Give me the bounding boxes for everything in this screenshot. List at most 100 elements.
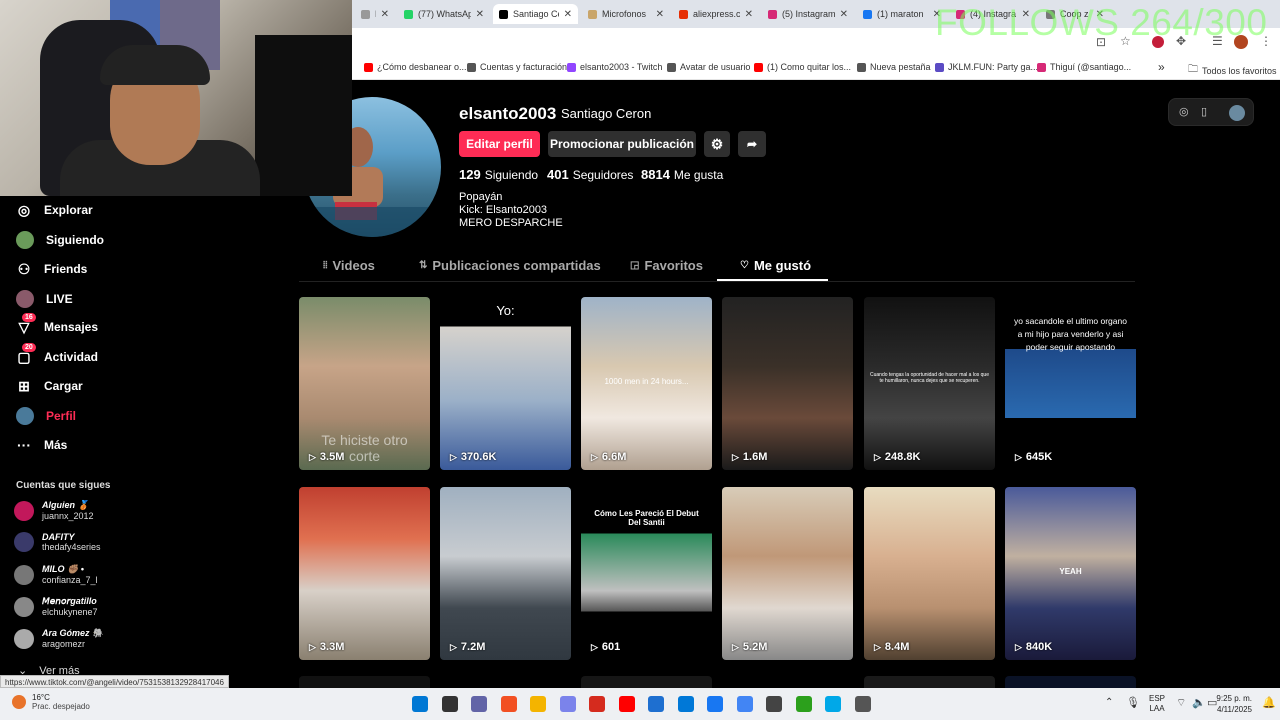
bookmark-item[interactable]: Nueva pestaña (857, 62, 931, 72)
facebook-icon[interactable] (707, 696, 723, 712)
sidebar-item-friends[interactable]: ⚇ Friends (16, 261, 88, 277)
bookmark-favicon-icon (467, 62, 476, 72)
video-thumbnail[interactable]: Yo: ▷ 370.6K (440, 297, 571, 470)
tab-favoritos[interactable]: ◲ Favoritos (630, 258, 703, 273)
sidebar-item-cargar[interactable]: ⊞ Cargar (16, 378, 83, 394)
bookmark-item[interactable]: Avatar de usuario (667, 62, 750, 72)
user-avatar-icon[interactable] (1229, 105, 1245, 121)
stat-followers[interactable]: 401 Seguidores (547, 167, 633, 182)
video-thumbnail[interactable]: ▷ 7.2M (440, 487, 571, 660)
account-handle: confianza_7_l (42, 575, 98, 585)
browser-tab[interactable]: aliexpress.co ✕ (673, 4, 759, 24)
youtube-icon[interactable] (618, 696, 635, 712)
followed-account[interactable]: DAFITY thedafy4series (14, 532, 101, 552)
wifi-icon[interactable]: ⌔ (1176, 696, 1186, 710)
microphone-icon[interactable]: 🎙 (1126, 696, 1140, 709)
store-icon[interactable] (648, 696, 664, 712)
sidebar-item-más[interactable]: ··· Más (16, 437, 67, 453)
chrome-icon[interactable] (736, 696, 753, 712)
browser-tab[interactable]: Microfonos ✕ (582, 4, 670, 24)
tray-chevron-icon[interactable]: ⌃ (1105, 697, 1113, 708)
tab-close-icon[interactable]: ✕ (745, 9, 753, 20)
stat-following[interactable]: 129 Siguiendo (459, 167, 538, 182)
bookmark-item[interactable]: (1) Como quitar los... (754, 62, 851, 72)
followed-account[interactable]: Ara Gómez 🐘 aragomezr (14, 628, 103, 649)
bookmark-item[interactable]: Thiguí (@santiago... (1037, 62, 1131, 72)
bookmark-favicon-icon (857, 62, 866, 72)
chat-icon[interactable] (471, 696, 487, 712)
video-view-count: ▷ 3.5M (309, 451, 345, 463)
video-thumbnail[interactable]: ▷ 1.6M (722, 297, 853, 470)
coin-icon[interactable]: ◎ (1179, 105, 1189, 118)
browser-tab[interactable]: D✕ (355, 4, 395, 24)
video-thumbnail[interactable]: Cómo Les Pareció El Debut Del Santii ▷ 601 (581, 487, 712, 660)
tab-videos[interactable]: ⦙⦙ Videos (323, 258, 375, 273)
bookmark-item[interactable]: elsanto2003 - Twitch (567, 62, 662, 72)
bookmark-item[interactable]: JKLM.FUN: Party ga... (935, 62, 1038, 72)
file-explorer-icon[interactable] (530, 696, 546, 712)
bookmarks-overflow-button[interactable]: » (1158, 60, 1165, 74)
tab-title: (77) WhatsAp (418, 9, 471, 19)
following-section-title: Cuentas que sigues (16, 480, 111, 491)
sidebar-item-label: LIVE (46, 292, 73, 306)
followed-account[interactable]: MILO ✊🏽 • confianza_7_l (14, 564, 98, 585)
app-icon[interactable] (825, 696, 841, 712)
profile-avatar-icon (16, 407, 34, 425)
bookmark-item[interactable]: Cuentas y facturación (467, 62, 567, 72)
notification-bell-icon[interactable]: 🔔 (1262, 696, 1276, 709)
tab-close-icon[interactable]: ✕ (381, 9, 389, 20)
video-thumbnail[interactable]: Te hiciste otro corte ▷ 3.5M (299, 297, 430, 470)
edge-icon[interactable] (677, 696, 694, 712)
chrome-profile-icon[interactable] (795, 696, 812, 712)
tab-publicaciones-compartidas[interactable]: ⇅ Publicaciones compartidas (419, 258, 601, 273)
language-indicator[interactable]: ESP LAA (1149, 694, 1165, 714)
browser-tab[interactable]: (77) WhatsAp ✕ (398, 4, 490, 24)
tab-close-icon[interactable]: ✕ (564, 9, 572, 20)
browser-tab[interactable]: Santiago Ce ✕ (493, 4, 578, 24)
all-favorites-button[interactable]: 🗀 Todos los favoritos (1188, 62, 1277, 79)
sidebar-item-explorar[interactable]: ◎ Explorar (16, 202, 93, 218)
tab-close-icon[interactable]: ✕ (840, 9, 848, 20)
settings-button[interactable]: ⚙ (704, 131, 730, 157)
tab-title: (5) Instagram (782, 9, 835, 19)
video-thumbnail[interactable]: YEAH ▷ 840K (1005, 487, 1136, 660)
sidebar-item-siguiendo[interactable]: Siguiendo (16, 231, 104, 249)
tab-close-icon[interactable]: ✕ (476, 9, 484, 20)
opera-icon[interactable] (589, 696, 605, 712)
sidebar-item-mensajes[interactable]: ▽ 16 Mensajes (16, 313, 98, 335)
followed-account[interactable]: 𝘔𝘦𝘯𝘰𝘳gatillo elchukynene7 (14, 596, 98, 617)
sidebar-item-perfil[interactable]: Perfil (16, 407, 76, 425)
weather-widget[interactable]: 16°C Prac. despejado (12, 693, 90, 711)
share-profile-button[interactable]: ➦ (738, 131, 766, 157)
edit-profile-button[interactable]: Editar perfil (459, 131, 540, 157)
more-icon: ··· (17, 437, 31, 453)
video-thumbnail[interactable]: ▷ 8.4M (864, 487, 995, 660)
windows-start-icon[interactable] (412, 696, 428, 712)
tab-me-gustó[interactable]: ♡ Me gustó (740, 258, 811, 273)
browser-tab[interactable]: (1) maraton ✕ (857, 4, 947, 24)
followed-account[interactable]: Alguien 🥉 juannx_2012 (14, 500, 94, 521)
promote-post-button[interactable]: Promocionar publicación (548, 131, 696, 157)
compass-icon: ◎ (17, 201, 31, 218)
volume-icon[interactable]: 🔈 (1192, 696, 1206, 709)
bookmark-item[interactable]: ¿Cómo desbanear o... (364, 62, 467, 72)
sidebar-item-actividad[interactable]: ▢ 20 Actividad (16, 343, 98, 365)
sidebar-item-live[interactable]: LIVE (16, 290, 73, 308)
browser-tab[interactable]: (5) Instagram ✕ (762, 4, 854, 24)
clock[interactable]: 9:25 p. m. 4/11/2025 (1214, 693, 1252, 715)
video-thumbnail[interactable]: ▷ 5.2M (722, 487, 853, 660)
copilot-icon[interactable] (500, 696, 517, 712)
teams-icon[interactable] (559, 696, 576, 712)
video-thumbnail[interactable]: Cuando tengas la oportunidad de hacer ma… (864, 297, 995, 470)
tab-close-icon[interactable]: ✕ (656, 9, 664, 20)
video-thumbnail[interactable]: 1000 men in 24 hours... ▷ 6.6M (581, 297, 712, 470)
bookmark-favicon-icon (567, 62, 576, 72)
calculator-icon[interactable] (854, 696, 871, 712)
play-icon: ▷ (591, 451, 598, 462)
video-thumbnail[interactable]: yo sacandole el ultimo organo a mi hijo … (1005, 297, 1136, 470)
task-view-icon[interactable] (441, 696, 458, 712)
obs-icon[interactable] (766, 696, 782, 712)
video-thumbnail[interactable]: ▷ 3.3M (299, 487, 430, 660)
video-view-count: ▷ 6.6M (591, 451, 627, 463)
device-icon[interactable]: ▯ (1201, 105, 1207, 118)
